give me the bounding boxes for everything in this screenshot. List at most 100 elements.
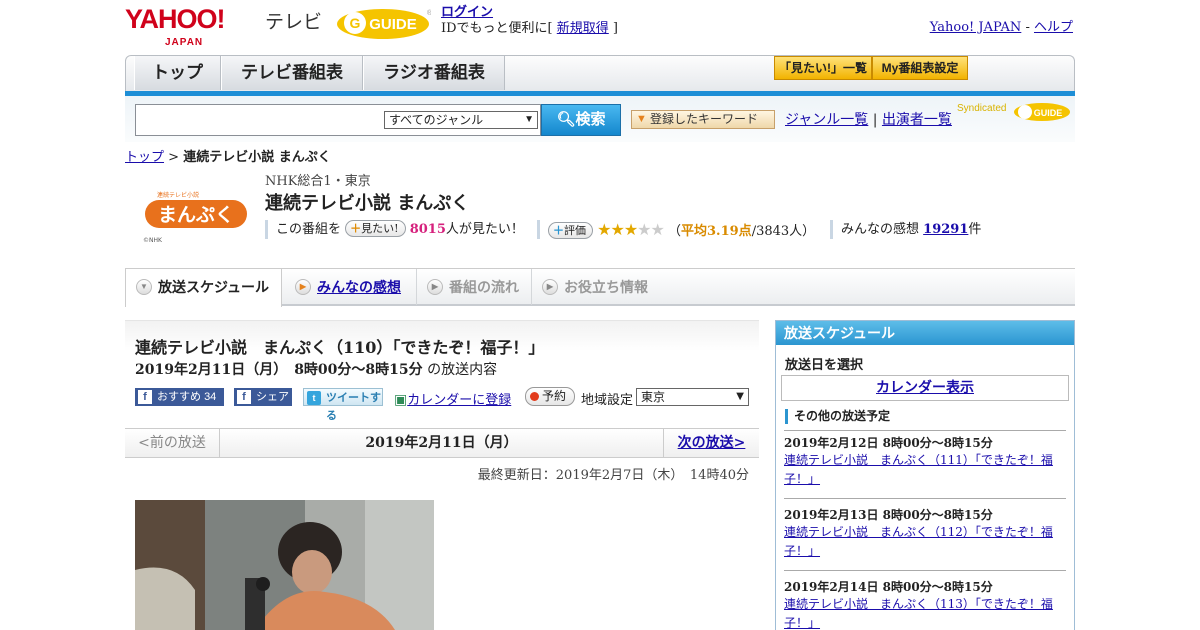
syndicated-gguide: Syndicated GUIDE bbox=[957, 103, 1070, 121]
other-schedule-list: 2019年2月12日 8時00分～8時15分 連続テレビ小説 まんぷく（111）… bbox=[776, 430, 1074, 630]
episode-header: 連続テレビ小説 まんぷく（110）「できたぞ！福子！」 2019年2月11日（月… bbox=[125, 320, 759, 422]
registered-keyword-button[interactable]: ▼ 登録したキーワード bbox=[631, 110, 775, 129]
yahoo-japan-logo[interactable]: YAHOO! JAPAN bbox=[125, 6, 226, 49]
reserve-button[interactable]: 予約 bbox=[525, 387, 575, 406]
region-label: 地域設定 bbox=[581, 393, 634, 408]
search-links: ジャンル一覧 | 出演者一覧 bbox=[785, 109, 952, 129]
main-navigation: トップ テレビ番組表 ラジオ番組表 「見たい!」一覧 My番組表設定 bbox=[125, 55, 1075, 95]
episode-time: 2019年2月11日（月） 8時00分～8時15分 の放送内容 bbox=[135, 359, 497, 379]
nav-tab-top[interactable]: トップ bbox=[134, 56, 221, 90]
triangle-down-icon: ▼ bbox=[636, 113, 647, 125]
episode-photo bbox=[135, 500, 434, 630]
tweet-button[interactable]: t ツイートする bbox=[303, 388, 383, 422]
region-select-value: 東京 bbox=[641, 390, 666, 404]
schedule-item-date: 2019年2月13日 8時00分～8時15分 bbox=[784, 508, 993, 522]
signup-link[interactable]: 新規取得 bbox=[557, 21, 609, 36]
program-header: 連続テレビ小説 まんぷく ©NHK NHK総合1・東京 連続テレビ小説 まんぷく… bbox=[125, 166, 1075, 266]
avg-rating: 平均3.19点 bbox=[681, 224, 752, 239]
genre-select[interactable]: すべてのジャンル ▼ bbox=[384, 111, 538, 129]
program-title: 連続テレビ小説 まんぷく bbox=[265, 193, 470, 214]
program-logo-credit: ©NHK bbox=[143, 237, 163, 244]
last-updated: 最終更新日：2019年2月7日（木） 14時40分 bbox=[477, 468, 749, 483]
chevron-right-icon: ▶ bbox=[542, 279, 558, 295]
breadcrumb-top-link[interactable]: トップ bbox=[125, 150, 164, 165]
tweet-label: ツイートする bbox=[326, 392, 381, 422]
facebook-icon: f bbox=[237, 390, 251, 404]
svg-text:GUIDE: GUIDE bbox=[1034, 108, 1063, 118]
episode-date-time: 2019年2月11日（月） 8時00分～8時15分 bbox=[135, 362, 423, 378]
search-icon: 🔍︎ bbox=[556, 111, 576, 128]
rating-stat: ＋評価 ★★★★★ （平均3.19点/3843人） bbox=[537, 220, 815, 239]
schedule-item-link[interactable]: 連続テレビ小説 まんぷく（113）「できたぞ！福子！」 bbox=[784, 597, 1053, 630]
search-button-label: 検索 bbox=[575, 111, 606, 128]
link-separator: - bbox=[1021, 20, 1034, 35]
tab-info: ▶ お役立ち情報 bbox=[532, 269, 662, 305]
next-broadcast-link[interactable]: 次の放送> bbox=[678, 435, 746, 451]
select-date-label: 放送日を選択 bbox=[785, 358, 864, 373]
tab-flow-label: 番組の流れ bbox=[449, 279, 519, 295]
calendar-add-icon: ▣ bbox=[394, 392, 408, 408]
star-filled-icon: ★ bbox=[623, 220, 638, 239]
mitai-button-label: 見たい! bbox=[361, 222, 399, 235]
reserve-label: 予約 bbox=[542, 389, 567, 403]
other-schedules-heading: その他の放送予定 bbox=[785, 409, 1074, 424]
star-filled-icon: ★ bbox=[597, 220, 611, 239]
region-select[interactable]: 東京 ▼ bbox=[636, 388, 749, 406]
tab-schedule[interactable]: ▼ 放送スケジュール bbox=[125, 269, 282, 307]
search-button[interactable]: 🔍︎検索 bbox=[541, 104, 621, 136]
help-link[interactable]: ヘルプ bbox=[1034, 20, 1073, 35]
review-prefix: みんなの感想 bbox=[841, 222, 920, 237]
link-divider: | bbox=[868, 112, 882, 128]
rate-button[interactable]: ＋評価 bbox=[548, 222, 593, 239]
login-link[interactable]: ログイン bbox=[441, 5, 493, 20]
chevron-down-icon: ▼ bbox=[136, 279, 152, 295]
facebook-recommend-button[interactable]: f おすすめ 34 bbox=[135, 388, 224, 406]
recommend-label: おすすめ bbox=[157, 391, 201, 403]
mitai-prefix: この番組を bbox=[276, 222, 342, 237]
plus-icon: ＋ bbox=[553, 224, 564, 237]
tab-reviews[interactable]: ▶ みんなの感想 bbox=[285, 269, 417, 305]
yahoo-japan-link[interactable]: Yahoo! JAPAN bbox=[930, 20, 1022, 35]
share-label: シェア bbox=[256, 391, 289, 403]
calendar-view-link[interactable]: カレンダー表示 bbox=[876, 380, 974, 396]
review-suffix: 件 bbox=[968, 222, 982, 237]
my-schedule-button[interactable]: My番組表設定 bbox=[872, 56, 968, 80]
login-note-end: ] bbox=[608, 21, 618, 36]
prev-broadcast: <前の放送 bbox=[125, 429, 220, 457]
calendar-register-link[interactable]: カレンダーに登録 bbox=[407, 393, 511, 408]
gguide-logo[interactable]: G GUIDE ® bbox=[335, 5, 431, 41]
nav-tab-radio-schedule[interactable]: ラジオ番組表 bbox=[363, 56, 505, 90]
tv-service-label: テレビ bbox=[265, 12, 323, 33]
keyword-button-label: 登録したキーワード bbox=[650, 112, 759, 126]
yahoo-logo-sub: JAPAN bbox=[165, 37, 204, 48]
channel-name: NHK総合1・東京 bbox=[265, 174, 371, 189]
tab-schedule-label: 放送スケジュール bbox=[158, 279, 270, 295]
chevron-right-icon: ▶ bbox=[295, 279, 311, 295]
record-dot-icon bbox=[530, 392, 539, 401]
schedule-item-date: 2019年2月14日 8時00分～8時15分 bbox=[784, 580, 993, 594]
schedule-item-date: 2019年2月12日 8時00分～8時15分 bbox=[784, 436, 993, 450]
next-broadcast[interactable]: 次の放送> bbox=[663, 429, 759, 457]
episode-actions: f おすすめ 34 f シェア t ツイートする ▣カレンダーに登録 予約 地域設定 … bbox=[135, 387, 759, 422]
performer-list-link[interactable]: 出演者一覧 bbox=[882, 112, 952, 128]
star-filled-icon: ★ bbox=[610, 220, 624, 239]
mitai-button[interactable]: ＋見たい! bbox=[345, 220, 406, 237]
mitai-list-button[interactable]: 「見たい!」一覧 bbox=[774, 56, 872, 80]
broadcast-pager: <前の放送 2019年2月11日（月） 次の放送> bbox=[125, 428, 759, 458]
episode-title: 連続テレビ小説 まんぷく（110）「できたぞ！福子！」 bbox=[135, 338, 545, 357]
schedule-item: 2019年2月13日 8時00分～8時15分 連続テレビ小説 まんぷく（112）… bbox=[784, 499, 1066, 571]
schedule-item-link[interactable]: 連続テレビ小説 まんぷく（111）「できたぞ！福子！」 bbox=[784, 453, 1053, 486]
svg-text:連続テレビ小説: 連続テレビ小説 bbox=[157, 191, 199, 199]
facebook-share-button[interactable]: f シェア bbox=[234, 388, 292, 406]
episode-main: 連続テレビ小説 まんぷく（110）「できたぞ！福子！」 2019年2月11日（月… bbox=[125, 320, 759, 630]
schedule-item-link[interactable]: 連続テレビ小説 まんぷく（112）「できたぞ！福子！」 bbox=[784, 525, 1053, 558]
nav-tab-tv-schedule[interactable]: テレビ番組表 bbox=[221, 56, 363, 90]
review-count-link[interactable]: 19291 bbox=[923, 222, 968, 237]
genre-list-link[interactable]: ジャンル一覧 bbox=[785, 112, 868, 128]
svg-text:G: G bbox=[350, 15, 361, 31]
avg-count: /3843人） bbox=[751, 224, 816, 239]
calendar-view-button[interactable]: カレンダー表示 bbox=[781, 375, 1069, 401]
calendar-register[interactable]: ▣カレンダーに登録 bbox=[394, 389, 511, 408]
schedule-item: 2019年2月12日 8時00分～8時15分 連続テレビ小説 まんぷく（111）… bbox=[784, 430, 1066, 499]
chevron-down-icon: ▼ bbox=[736, 391, 744, 402]
